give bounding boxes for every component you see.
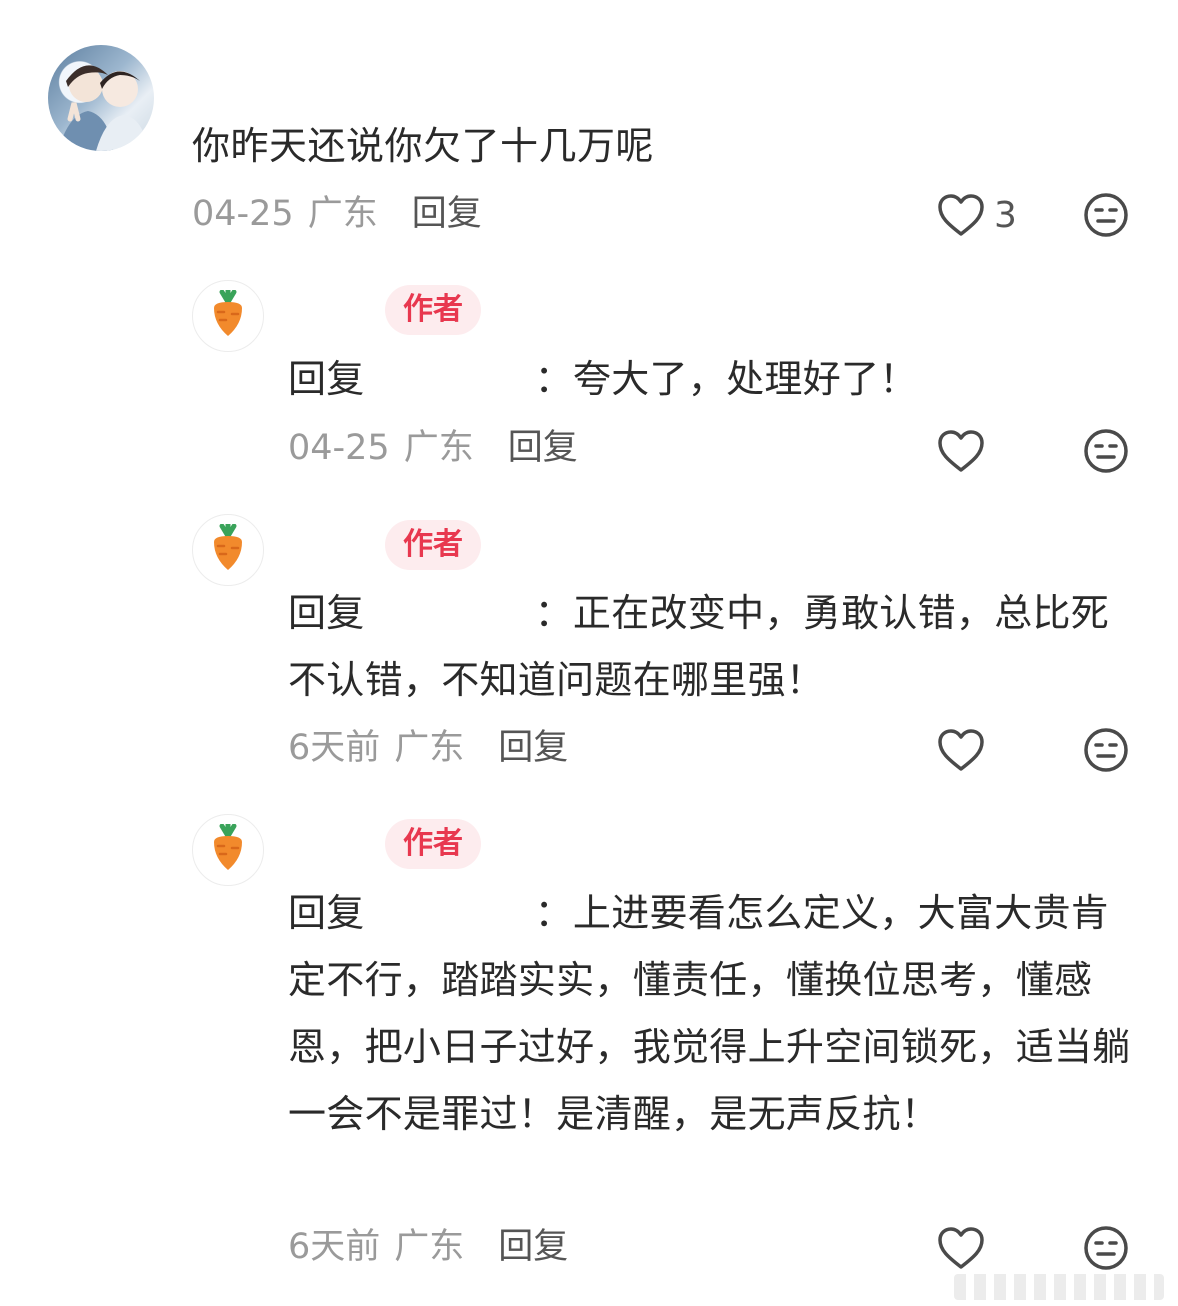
carrot-icon: [208, 821, 248, 876]
like-button[interactable]: [936, 727, 986, 773]
commenter-avatar[interactable]: [48, 45, 154, 151]
reply-button[interactable]: 回复: [498, 1227, 568, 1267]
meh-face-icon: [1083, 727, 1129, 773]
dislike-button[interactable]: [1083, 192, 1129, 238]
author-badge: 作者: [385, 520, 481, 570]
reply-button[interactable]: 回复: [412, 194, 482, 234]
reply-location: 广东: [394, 728, 465, 768]
dislike-button[interactable]: [1083, 1225, 1129, 1271]
reply-prefix: 回复: [288, 891, 365, 935]
author-avatar[interactable]: [192, 814, 264, 886]
author-badge: 作者: [385, 819, 481, 869]
reply-location: 广东: [403, 428, 474, 468]
author-avatar[interactable]: [192, 280, 264, 352]
reply-body: 回复 ：正在改变中，勇敢认错，总比死不认错，不知道问题在哪里强！: [288, 580, 1138, 714]
like-button[interactable]: 3: [936, 192, 1017, 238]
comment-meta: 04-25 广东 回复: [192, 192, 482, 236]
dislike-button[interactable]: [1083, 428, 1129, 474]
reply-meta: 6天前 广东 回复: [288, 726, 568, 770]
author-badge: 作者: [385, 285, 481, 335]
reply-text: ：夸大了，处理好了！: [534, 357, 918, 401]
carrot-icon: [208, 521, 248, 576]
reply-location: 广东: [394, 1227, 465, 1267]
reply-text: ：正在改变中，勇敢认错，总比死不认错，不知道问题在哪里强！: [288, 591, 1110, 702]
reply-date: 6天前: [288, 1227, 381, 1267]
carrot-icon: [208, 287, 248, 342]
reply-prefix: 回复: [288, 591, 365, 635]
meh-face-icon: [1083, 192, 1129, 238]
reply-prefix: 回复: [288, 357, 365, 401]
meh-face-icon: [1083, 428, 1129, 474]
reply-button[interactable]: 回复: [508, 428, 578, 468]
dislike-button[interactable]: [1083, 727, 1129, 773]
heart-outline-icon: [936, 428, 986, 474]
comment-date: 04-25: [192, 194, 294, 234]
author-avatar[interactable]: [192, 514, 264, 586]
reply-body: 回复 ：上进要看怎么定义，大富大贵肯定不行，踏踏实实，懂责任，懂换位思考，懂感恩，…: [288, 880, 1138, 1148]
meh-face-icon: [1083, 1225, 1129, 1271]
comment-location: 广东: [307, 194, 378, 234]
reply-meta: 6天前 广东 回复: [288, 1225, 568, 1269]
watermark: [954, 1274, 1164, 1300]
like-count: 3: [994, 194, 1017, 236]
heart-outline-icon: [936, 192, 986, 238]
heart-outline-icon: [936, 1225, 986, 1271]
reply-date: 04-25: [288, 428, 390, 468]
like-button[interactable]: [936, 428, 986, 474]
like-button[interactable]: [936, 1225, 986, 1271]
comment-text: 你昨天还说你欠了十几万呢: [192, 124, 655, 168]
heart-outline-icon: [936, 727, 986, 773]
reply-text: ：上进要看怎么定义，大富大贵肯定不行，踏踏实实，懂责任，懂换位思考，懂感恩，把小…: [288, 891, 1131, 1136]
reply-body: 回复 ：夸大了，处理好了！: [288, 346, 1138, 413]
reply-date: 6天前: [288, 728, 381, 768]
reply-button[interactable]: 回复: [498, 728, 568, 768]
reply-meta: 04-25 广东 回复: [288, 426, 578, 470]
